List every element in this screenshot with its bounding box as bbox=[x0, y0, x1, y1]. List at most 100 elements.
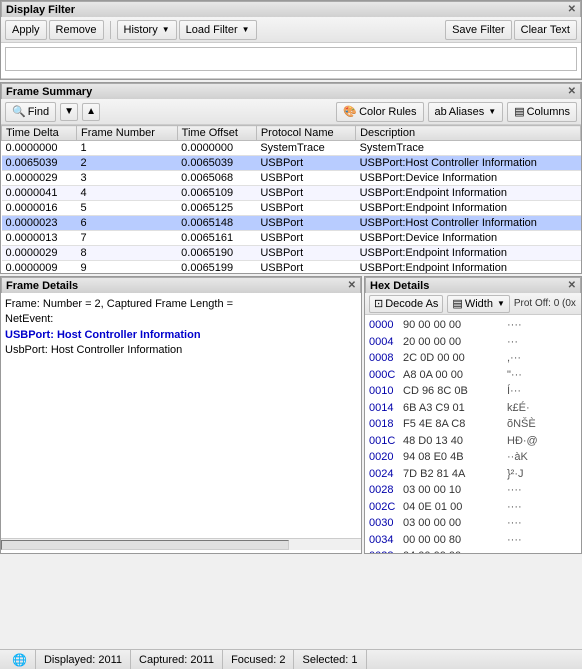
frame-table-container[interactable]: Time Delta Frame Number Time Offset Prot… bbox=[1, 125, 581, 273]
table-cell: SystemTrace bbox=[256, 141, 355, 156]
frame-details-title: Frame Details ✕ bbox=[1, 277, 361, 293]
hex-addr: 0028 bbox=[369, 482, 399, 499]
hex-content[interactable]: 000090 00 00 00···· 000420 00 00 00 ···0… bbox=[365, 315, 581, 553]
hex-bytes: 6B A3 C9 01 bbox=[403, 400, 503, 417]
history-button[interactable]: History ▼ bbox=[117, 20, 177, 40]
columns-icon: ▤ bbox=[514, 105, 524, 118]
find-button[interactable]: 🔍 Find bbox=[5, 102, 56, 122]
color-rules-button[interactable]: 🎨 Color Rules bbox=[336, 102, 423, 122]
history-arrow-icon: ▼ bbox=[162, 25, 170, 34]
up-arrow-button[interactable]: ▲ bbox=[82, 103, 100, 121]
decode-as-button[interactable]: ⊡ Decode As bbox=[369, 295, 443, 313]
table-cell: 2 bbox=[76, 156, 177, 171]
hex-details-title: Hex Details ✕ bbox=[365, 277, 581, 293]
hex-ascii: HÐ·@ bbox=[507, 433, 538, 450]
hex-addr: 002C bbox=[369, 499, 399, 516]
down-arrow-button[interactable]: ▼ bbox=[60, 103, 78, 121]
hex-addr: 0034 bbox=[369, 532, 399, 549]
status-displayed: Displayed: 2011 bbox=[36, 650, 131, 669]
col-frame-number[interactable]: Frame Number bbox=[76, 126, 177, 141]
display-filter-close[interactable]: ✕ bbox=[568, 4, 576, 15]
bottom-panels: Frame Details ✕ Frame: Number = 2, Captu… bbox=[0, 276, 582, 554]
remove-button[interactable]: Remove bbox=[49, 20, 104, 40]
table-row[interactable]: 0.006503920.0065039USBPortUSBPort:Host C… bbox=[2, 156, 581, 171]
table-row[interactable]: 0.000004140.0065109USBPortUSBPort:Endpoi… bbox=[2, 186, 581, 201]
decode-as-icon: ⊡ bbox=[374, 297, 383, 310]
apply-button[interactable]: Apply bbox=[5, 20, 47, 40]
frame-details-scrollbar[interactable] bbox=[1, 540, 289, 550]
frame-details-label: Frame Details bbox=[6, 280, 78, 292]
table-cell: USBPort:Host Controller Information bbox=[356, 156, 581, 171]
frame-summary-label: Frame Summary bbox=[6, 86, 92, 98]
table-cell: 0.0065109 bbox=[177, 186, 256, 201]
table-cell: 6 bbox=[76, 216, 177, 231]
col-time-delta[interactable]: Time Delta bbox=[2, 126, 77, 141]
display-filter-label: Display Filter bbox=[6, 4, 75, 16]
hex-bytes: 00 00 00 80 bbox=[403, 532, 503, 549]
hex-bytes: 7D B2 81 4A bbox=[403, 466, 503, 483]
hex-bytes: F5 4E 8A C8 bbox=[403, 416, 503, 433]
table-cell: USBPort:Device Information bbox=[356, 171, 581, 186]
frame-details-close[interactable]: ✕ bbox=[348, 280, 356, 291]
hex-bytes: A8 0A 00 00 bbox=[403, 367, 503, 384]
table-cell: 5 bbox=[76, 201, 177, 216]
clear-text-button[interactable]: Clear Text bbox=[514, 20, 577, 40]
detail-line-4: UsbPort: Host Controller Information bbox=[5, 343, 357, 358]
col-protocol-name[interactable]: Protocol Name bbox=[256, 126, 355, 141]
table-header-row: Time Delta Frame Number Time Offset Prot… bbox=[2, 126, 581, 141]
table-cell: USBPort bbox=[256, 246, 355, 261]
frame-table: Time Delta Frame Number Time Offset Prot… bbox=[1, 125, 581, 273]
table-cell: USBPort:Endpoint Information bbox=[356, 201, 581, 216]
table-cell: 3 bbox=[76, 171, 177, 186]
hex-addr: 0018 bbox=[369, 416, 399, 433]
table-cell: USBPort:Host Controller Information bbox=[356, 216, 581, 231]
aliases-icon: ab bbox=[435, 106, 447, 118]
table-cell: USBPort bbox=[256, 261, 355, 274]
table-row[interactable]: 0.000001650.0065125USBPortUSBPort:Endpoi… bbox=[2, 201, 581, 216]
hex-bytes: CD 96 8C 0B bbox=[403, 383, 503, 400]
aliases-button[interactable]: ab Aliases ▼ bbox=[428, 102, 504, 122]
table-cell: USBPort bbox=[256, 171, 355, 186]
table-cell: 0.0000000 bbox=[2, 141, 77, 156]
hex-ascii: "··· bbox=[507, 367, 522, 384]
hex-addr: 000C bbox=[369, 367, 399, 384]
hex-bytes: 94 08 E0 4B bbox=[403, 449, 503, 466]
table-row[interactable]: 0.000002980.0065190USBPortUSBPort:Endpoi… bbox=[2, 246, 581, 261]
display-filter-toolbar: Apply Remove History ▼ Load Filter ▼ Sav… bbox=[1, 17, 581, 43]
hex-row: 000090 00 00 00···· bbox=[369, 317, 577, 334]
col-time-offset[interactable]: Time Offset bbox=[177, 126, 256, 141]
save-filter-button[interactable]: Save Filter bbox=[445, 20, 512, 40]
hex-addr: 0014 bbox=[369, 400, 399, 417]
hex-bytes: 03 00 00 00 bbox=[403, 515, 503, 532]
filter-input[interactable] bbox=[5, 47, 577, 71]
table-row[interactable]: 0.000002360.0065148USBPortUSBPort:Host C… bbox=[2, 216, 581, 231]
table-row[interactable]: 0.000002930.0065068USBPortUSBPort:Device… bbox=[2, 171, 581, 186]
width-icon: ▤ bbox=[452, 297, 462, 310]
aliases-arrow-icon: ▼ bbox=[488, 107, 496, 116]
width-arrow-icon: ▼ bbox=[497, 299, 505, 308]
table-cell: 0.0000013 bbox=[2, 231, 77, 246]
frame-details-content: Frame: Number = 2, Captured Frame Length… bbox=[1, 293, 361, 538]
frame-summary-title: Frame Summary ✕ bbox=[1, 83, 581, 99]
width-button[interactable]: ▤ Width ▼ bbox=[447, 295, 509, 313]
hex-bytes: 04 0E 01 00 bbox=[403, 499, 503, 516]
col-description[interactable]: Description bbox=[356, 126, 581, 141]
columns-button[interactable]: ▤ Columns bbox=[507, 102, 577, 122]
status-selected: Selected: 1 bbox=[294, 650, 366, 669]
table-cell: USBPort bbox=[256, 201, 355, 216]
hex-addr: 0020 bbox=[369, 449, 399, 466]
table-row[interactable]: 0.000000010.0000000SystemTraceSystemTrac… bbox=[2, 141, 581, 156]
table-cell: 0.0065161 bbox=[177, 231, 256, 246]
hex-ascii: ···· bbox=[507, 515, 522, 532]
hex-details-close[interactable]: ✕ bbox=[568, 280, 576, 291]
load-filter-button[interactable]: Load Filter ▼ bbox=[179, 20, 257, 40]
hex-ascii: ··· bbox=[507, 334, 518, 351]
table-row[interactable]: 0.000001370.0065161USBPortUSBPort:Device… bbox=[2, 231, 581, 246]
status-focused: Focused: 2 bbox=[223, 650, 294, 669]
status-network-icon: 🌐 bbox=[12, 653, 27, 667]
table-row[interactable]: 0.000000990.0065199USBPortUSBPort:Endpoi… bbox=[2, 261, 581, 274]
table-cell: 9 bbox=[76, 261, 177, 274]
hex-addr: 0030 bbox=[369, 515, 399, 532]
frame-summary-close[interactable]: ✕ bbox=[568, 86, 576, 97]
table-cell: 0.0065190 bbox=[177, 246, 256, 261]
